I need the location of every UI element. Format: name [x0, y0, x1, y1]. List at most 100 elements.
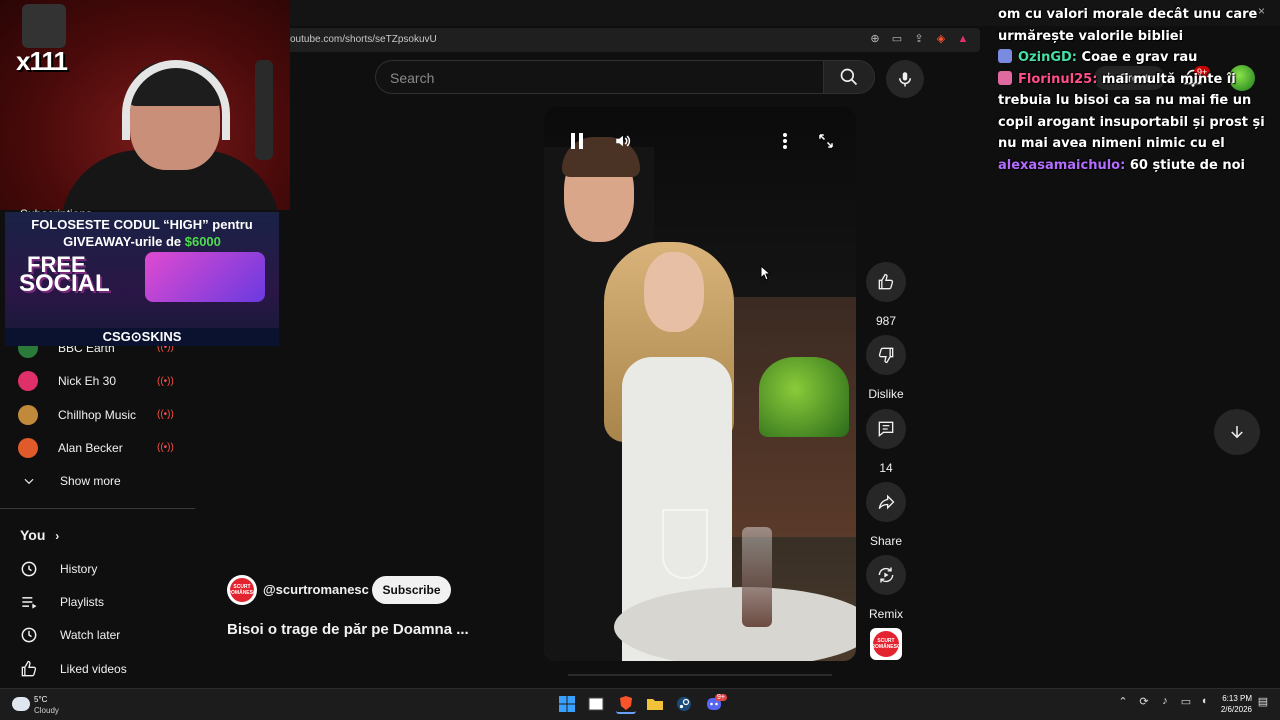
brave-rewards-icon[interactable]: ▲: [956, 32, 970, 46]
short-video-player[interactable]: [544, 107, 856, 661]
clock-date: 2/6/2026: [1220, 705, 1252, 714]
fullscreen-button[interactable]: [813, 131, 839, 151]
sidebar-item-label: Liked videos: [60, 662, 127, 676]
streamer-logo-text: x111: [16, 46, 68, 76]
expand-icon: [819, 134, 833, 148]
channel-avatar-text: SCURT ROMÂNESC: [227, 578, 257, 602]
taskbar-clock[interactable]: 6:13 PM 2/6/2026: [1216, 693, 1252, 715]
channel-logo-text: SCURT ROMÂNESC: [871, 631, 901, 657]
share-page-icon[interactable]: ⇪: [912, 32, 926, 46]
sidebar-item-liked-videos[interactable]: Liked videos: [18, 658, 127, 680]
address-bar[interactable]: outube.com/shorts/seTZpsokuvU ⊕ ▭ ⇪ ◈ ▲: [280, 28, 980, 52]
dislike-button[interactable]: [866, 335, 906, 375]
comments-action[interactable]: 14: [866, 409, 906, 475]
address-bar-icons: ⊕ ▭ ⇪ ◈ ▲: [868, 32, 970, 46]
sidebar-channel-alan-becker[interactable]: Alan Becker: [18, 437, 123, 459]
like-button[interactable]: [866, 262, 906, 302]
channel-avatar: [18, 371, 38, 391]
ad-brand-logo: CSG⊙SKINS: [5, 328, 279, 346]
remix-action[interactable]: Remix: [866, 555, 906, 621]
search-input[interactable]: Search: [375, 60, 823, 94]
video-woman-face: [644, 252, 704, 332]
video-background-bush: [759, 357, 849, 437]
video-bottle: [742, 527, 772, 627]
chat-message-text: om cu valori morale decât unu care urmăr…: [998, 7, 1258, 44]
chat-username: OzinGD:: [1018, 50, 1077, 65]
task-view-button[interactable]: [586, 694, 606, 714]
sidebar-channel-nick-eh-30[interactable]: Nick Eh 30: [18, 370, 116, 392]
share-label: Share: [869, 534, 903, 548]
weather-widget[interactable]: 5°C Cloudy: [12, 693, 72, 717]
microphone-arm: [255, 60, 273, 160]
taskbar-file-explorer[interactable]: [645, 694, 665, 714]
chat-message: OzinGD: Coae e grav rau: [998, 47, 1278, 69]
more-options-button[interactable]: [772, 131, 798, 151]
sidebar-channel-chillhop-music[interactable]: Chillhop Music: [18, 404, 136, 426]
chevron-right-icon: ›: [55, 529, 60, 543]
share-button[interactable]: [866, 482, 906, 522]
channel-handle[interactable]: @scurtromanesc: [263, 582, 369, 597]
share-arrow-icon: [878, 494, 895, 510]
sidebar-item-label: Playlists: [60, 595, 105, 609]
voice-search-button[interactable]: [886, 60, 924, 98]
tray-network-icon[interactable]: ▭: [1179, 694, 1193, 708]
next-short-button[interactable]: [1214, 409, 1260, 455]
tray-speaker-icon[interactable]: ♪: [1158, 694, 1172, 708]
notification-center-icon[interactable]: ▤: [1256, 694, 1270, 708]
taskbar-steam[interactable]: [674, 694, 694, 714]
channel-avatar[interactable]: SCURT ROMÂNESC: [227, 575, 257, 605]
windows-logo-icon: [559, 696, 575, 712]
channel-avatar: [18, 405, 38, 425]
remix-icon: [878, 567, 894, 583]
volume-icon: [616, 135, 631, 147]
comments-button[interactable]: [866, 409, 906, 449]
video-progress-bar[interactable]: [568, 674, 832, 676]
url-text: outube.com/shorts/seTZpsokuvU: [290, 34, 437, 45]
comment-count: 14: [879, 461, 893, 475]
ad-chest-image: [145, 252, 265, 302]
channel-name: Nick Eh 30: [58, 374, 117, 388]
you-header-label: You: [20, 527, 46, 543]
sidebar-show-more[interactable]: Show more: [18, 470, 121, 492]
sidebar-item-playlists[interactable]: Playlists: [18, 591, 104, 613]
search-button[interactable]: [823, 60, 875, 94]
chat-message-text: Coae e grav rau: [1081, 50, 1198, 65]
chat-message: om cu valori morale decât unu care urmăr…: [998, 4, 1278, 47]
streamer-logo-image: [22, 4, 66, 48]
taskbar-brave-browser[interactable]: [616, 694, 636, 714]
subscribe-button[interactable]: Subscribe: [372, 576, 451, 604]
start-button[interactable]: [557, 694, 577, 714]
share-action[interactable]: Share: [866, 482, 906, 548]
pause-icon: [571, 133, 583, 149]
like-action[interactable]: 987: [866, 262, 906, 328]
sidebar-item-history[interactable]: History: [18, 558, 97, 580]
short-title[interactable]: Bisoi o trage de păr pe Doamna ...: [227, 621, 469, 638]
channel-logo-thumbnail[interactable]: SCURT ROMÂNESC: [870, 628, 902, 660]
pause-button[interactable]: [564, 131, 590, 151]
volume-button[interactable]: [610, 131, 636, 151]
search-icon: [840, 68, 858, 86]
chat-message: Florinul25: mai multă minte îi trebuia l…: [998, 69, 1278, 155]
cast-icon[interactable]: ▭: [890, 32, 904, 46]
zoom-icon[interactable]: ⊕: [868, 32, 882, 46]
channel-name: Alan Becker: [58, 441, 123, 455]
remix-button[interactable]: [866, 555, 906, 595]
like-count: 987: [875, 314, 897, 328]
mouse-cursor-icon: [760, 265, 772, 281]
sidebar-you-header[interactable]: You ›: [20, 527, 59, 543]
sidebar-item-label: Watch later: [60, 628, 121, 642]
discord-notification-badge: 9+: [715, 694, 727, 701]
brave-shield-icon[interactable]: ◈: [934, 32, 948, 46]
history-icon: [18, 558, 40, 580]
clock-icon: [18, 624, 40, 646]
sidebar-item-watch-later[interactable]: Watch later: [18, 624, 120, 646]
steam-icon: [677, 697, 691, 711]
tray-sync-icon[interactable]: ⟳: [1137, 694, 1151, 708]
stream-chat-overlay: om cu valori morale decât unu care urmăr…: [998, 4, 1278, 176]
screen: outube.com/shorts/seTZpsokuvU ⊕ ▭ ⇪ ◈ ▲ …: [0, 0, 1280, 720]
tray-volume-icon[interactable]: ◖: [1197, 694, 1211, 708]
thumbs-down-icon: [878, 347, 894, 364]
dislike-action[interactable]: Dislike: [866, 335, 906, 401]
tray-chevron-up-icon[interactable]: ⌃: [1116, 694, 1130, 708]
chat-badge-icon: [998, 49, 1012, 63]
